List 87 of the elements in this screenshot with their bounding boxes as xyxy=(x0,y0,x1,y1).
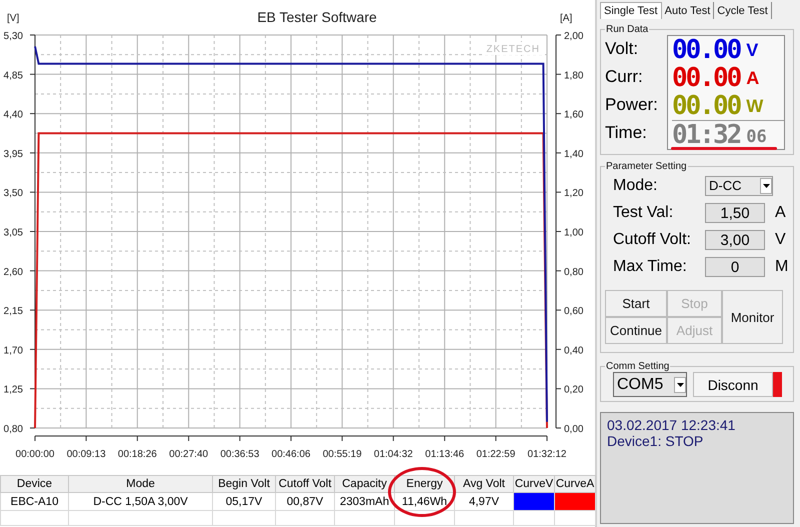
column-header: Capacity xyxy=(334,476,394,492)
tab[interactable]: Auto Test xyxy=(662,2,714,19)
y2-tick-label: 0,60 xyxy=(564,306,584,318)
y-tick-label: 3,95 xyxy=(4,148,23,160)
table-cell: D-CC 1,50A 3,00V xyxy=(68,492,212,510)
y-tick-label: 1,70 xyxy=(4,345,23,356)
y-tick-label: 5,30 xyxy=(4,31,23,42)
column-header: Cutoff Volt xyxy=(276,476,334,492)
y2-tick-label: 1,20 xyxy=(564,188,584,200)
table-cell: 2303mAh xyxy=(334,492,394,510)
time-value: 01:32 xyxy=(672,124,740,146)
x-tick-label: 00:27:40 xyxy=(169,449,208,460)
reading-unit: A xyxy=(746,68,760,88)
column-header: CurveV xyxy=(514,476,554,492)
x-tick-label: 00:36:53 xyxy=(220,449,260,460)
y-tick-label: 2,15 xyxy=(4,306,23,318)
reading-value: 00.00 xyxy=(672,39,740,61)
y-tick-label: 0,80 xyxy=(4,424,23,435)
x-tick-label: 00:55:19 xyxy=(322,449,362,460)
unit-label: V xyxy=(775,230,786,248)
action-button[interactable]: Start xyxy=(605,290,667,317)
x-tick-label: 00:46:06 xyxy=(272,449,310,460)
column-header: Avg Volt xyxy=(454,476,514,492)
column-header: Mode xyxy=(68,476,212,492)
y2-tick-label: 1,40 xyxy=(564,148,584,160)
table-cell: 00,87V xyxy=(276,492,334,510)
column-header: Device xyxy=(0,476,68,492)
port-dropdown[interactable]: COM5 xyxy=(613,372,687,397)
table-cell: EBC-A10 xyxy=(0,492,68,510)
field-label: Cutoff Volt: xyxy=(612,230,692,248)
y2-axis-label: [A] xyxy=(560,13,572,24)
mode-dropdown[interactable]: D-CC xyxy=(705,176,773,196)
reading-label: Time: xyxy=(605,122,648,144)
reading-value: 00.00 xyxy=(672,67,740,89)
status-text: 03.02.2017 12:23:41 xyxy=(607,417,736,433)
group-title: Comm Setting xyxy=(605,361,670,372)
reading-label: Volt: xyxy=(605,38,640,60)
y2-tick-label: 2,00 xyxy=(564,31,584,42)
table-cell: 05,17V xyxy=(212,492,276,510)
x-tick-label: 01:22:59 xyxy=(476,449,516,460)
reading-value: 00.00 xyxy=(672,95,740,117)
y-tick-label: 1,25 xyxy=(4,384,23,396)
y-tick-label: 4,40 xyxy=(4,110,23,121)
input-field[interactable]: 1,50 xyxy=(705,202,765,222)
x-tick-label: 00:18:26 xyxy=(118,449,157,460)
time-seconds: 06 xyxy=(746,127,767,147)
field-label: Max Time: xyxy=(612,258,688,276)
y2-tick-label: 0,40 xyxy=(564,345,584,356)
y2-tick-label: 1,80 xyxy=(564,70,584,82)
y-tick-label: 4,85 xyxy=(4,70,23,82)
group-title: Parameter Setting xyxy=(605,161,688,172)
column-header: Begin Volt xyxy=(212,476,276,492)
reading-unit: V xyxy=(746,40,758,60)
y2-tick-label: 1,60 xyxy=(564,110,584,121)
tab[interactable]: Single Test xyxy=(600,2,662,19)
x-tick-label: 01:32:12 xyxy=(528,449,566,460)
action-button[interactable]: Monitor xyxy=(722,290,783,344)
unit-label: M xyxy=(775,258,788,276)
y2-tick-label: 0,00 xyxy=(564,424,584,435)
y2-tick-label: 1,00 xyxy=(564,228,584,238)
y-axis-label: [V] xyxy=(7,13,20,24)
x-tick-label: 01:13:46 xyxy=(425,449,464,460)
x-tick-label: 00:09:13 xyxy=(66,449,106,460)
reading-unit: W xyxy=(746,96,764,116)
tab[interactable]: Cycle Test xyxy=(714,2,772,19)
x-tick-label: 01:04:32 xyxy=(374,449,413,460)
column-header: Energy xyxy=(394,476,454,492)
action-button[interactable]: Continue xyxy=(605,317,667,344)
chart-watermark: ZKETECH xyxy=(486,44,540,55)
disconnect-button[interactable]: Disconn xyxy=(693,372,773,397)
reading-label: Power: xyxy=(605,94,659,116)
y-tick-label: 3,05 xyxy=(4,228,23,238)
input-field[interactable]: 3,00 xyxy=(705,230,765,250)
reading-label: Curr: xyxy=(605,66,644,88)
y2-tick-label: 0,80 xyxy=(564,266,584,278)
status-text: Device1: STOP xyxy=(607,433,704,449)
y-tick-label: 3,50 xyxy=(4,188,23,200)
chart-title: EB Tester Software xyxy=(257,9,377,25)
input-field[interactable]: 0 xyxy=(705,256,765,276)
y-tick-label: 2,60 xyxy=(4,266,23,278)
y2-tick-label: 0,20 xyxy=(564,384,584,396)
x-tick-label: 00:00:00 xyxy=(16,449,54,460)
column-header: CurveA xyxy=(554,476,596,492)
unit-label: A xyxy=(775,204,786,222)
field-label: Mode: xyxy=(612,176,658,194)
group-title: Run Data xyxy=(605,24,650,35)
field-label: Test Val: xyxy=(612,204,674,222)
